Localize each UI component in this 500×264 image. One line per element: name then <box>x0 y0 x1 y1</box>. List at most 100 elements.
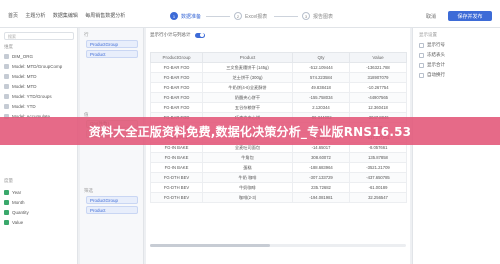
cancel-button[interactable]: 取消 <box>420 11 442 21</box>
table-cell: 2.120344 <box>292 102 350 113</box>
column-header[interactable]: ProductGroup <box>150 52 203 63</box>
measure-icon <box>4 189 9 195</box>
checkbox[interactable] <box>419 72 424 78</box>
column-header[interactable]: Value <box>349 52 407 63</box>
setting-option[interactable]: 显示行号 <box>419 42 445 48</box>
table-cell: FG-BAR FOD <box>150 92 203 103</box>
table-header-row: ProductGroup Product Qty Value <box>150 52 407 63</box>
table-cell: 12.360418 <box>349 102 407 113</box>
checkbox[interactable] <box>419 62 424 68</box>
table-cell: -10.267754 <box>349 82 407 93</box>
filter-field-chip[interactable]: Product <box>86 206 138 214</box>
table-cell: FG-DTH BEV <box>150 192 203 203</box>
table-icon <box>4 93 9 99</box>
table-row[interactable]: FG-BAR FOD 五谷杂粮饼干 2.120344 12.360418 <box>150 102 407 113</box>
dimension-item[interactable]: Model: YTD/Groups <box>4 92 52 100</box>
table-cell: -61.00189 <box>349 182 407 193</box>
scrollbar-thumb[interactable] <box>150 244 270 247</box>
table-cell: -512.109444 <box>292 62 350 73</box>
table-cell: FG-BAR FOD <box>150 62 203 73</box>
measure-item[interactable]: Value <box>4 218 23 226</box>
table-row[interactable]: FG-IN BAKE 牛角包 308.60072 135.87858 <box>150 152 407 163</box>
table-row[interactable]: FG-DTH BEV 牛奶 咖啡 -307.133729 -437.650785 <box>150 172 407 183</box>
measure-item[interactable]: Quantity <box>4 208 29 216</box>
table-icon <box>4 73 9 79</box>
step-label: 报告图表 <box>313 13 334 20</box>
display-settings-panel: 显示设置 显示行号 冻结表头 显示合计 自动换行 <box>412 28 500 264</box>
dimension-item[interactable]: Model: MTD <box>4 82 37 90</box>
subtotal-toggle-row: 显示行小计与列总计 <box>150 32 205 38</box>
table-row[interactable]: FG-BAR FOD 三文鱼麦穗饼干 (145g) -512.109444 -1363… <box>150 62 407 73</box>
table-cell: FG-BAR FOD <box>150 102 203 113</box>
table-cell: 49.838418 <box>292 82 350 93</box>
table-icon <box>4 103 9 109</box>
step-report-charts[interactable]: 3 报告图表 <box>302 8 333 24</box>
horizontal-scrollbar[interactable] <box>150 244 406 247</box>
setting-option[interactable]: 显示合计 <box>419 62 445 68</box>
wizard-stepper: 1 数据准备 2 Excel报表 3 报告图表 <box>170 8 350 24</box>
filter-heading: 筛选 <box>84 188 93 193</box>
measure-item[interactable]: Month <box>4 198 25 206</box>
setting-option[interactable]: 冻结表头 <box>419 52 445 58</box>
table-row[interactable]: FG-BAR FOD 奶酪夹心饼干 -155.758034 -44907565 <box>150 92 407 103</box>
step-number: 3 <box>302 12 310 20</box>
table-row[interactable]: FG-IN BAKE 蛋糕 -188.683964 -3521.21709 <box>150 162 407 173</box>
table-cell: -188.683964 <box>292 162 350 173</box>
step-label: Excel报表 <box>245 13 268 20</box>
save-publish-button[interactable]: 保存并发布 <box>448 11 492 21</box>
table-cell: FG-DTH BEV <box>150 182 203 193</box>
column-header[interactable]: Product <box>202 52 293 63</box>
table-cell: -307.133729 <box>292 172 350 183</box>
table-cell: 牛角包 <box>202 152 293 163</box>
step-data-prep[interactable]: 1 数据准备 <box>170 8 201 24</box>
table-cell: 32.256547 <box>349 192 407 203</box>
subtotal-toggle[interactable] <box>194 32 205 38</box>
table-cell: 牛奶饼(4-6)全麦酥饼 <box>202 82 293 93</box>
dimension-item[interactable]: DIM_ORG <box>4 52 33 60</box>
breadcrumb-item[interactable]: 主题分析 <box>25 13 45 19</box>
table-row[interactable]: FG-BAR FOD 牛奶饼(4-6)全麦酥饼 49.838418 -10.26775… <box>150 82 407 93</box>
table-icon <box>4 83 9 89</box>
checkbox[interactable] <box>419 42 424 48</box>
filter-field-chip[interactable]: ProductGroup <box>86 196 138 204</box>
table-cell: 318907079 <box>349 72 407 83</box>
breadcrumb-item[interactable]: 首页 <box>8 13 18 19</box>
table-cell: -194.081981 <box>292 192 350 203</box>
table-cell: 三文鱼麦穗饼干 (145g) <box>202 62 293 73</box>
dimension-item[interactable]: Model: YTD <box>4 102 36 110</box>
measures-heading: 度量 <box>4 178 13 183</box>
measure-item[interactable]: Year <box>4 188 21 196</box>
table-cell: -437.650785 <box>349 172 407 183</box>
table-cell: FG-IN BAKE <box>150 152 203 163</box>
dimension-item[interactable]: Model: MTD/GroupComp <box>4 62 62 70</box>
step-number: 2 <box>234 12 242 20</box>
table-row[interactable]: FG-DTH BEV 咖啡(2-3) -194.081981 32.256547 <box>150 192 407 203</box>
step-number: 1 <box>170 12 178 20</box>
table-cell: FG-BAR FOD <box>150 72 203 83</box>
table-cell: 奶酪夹心饼干 <box>202 92 293 103</box>
step-excel-report[interactable]: 2 Excel报表 <box>234 8 267 24</box>
breadcrumb-item: 每周销售数据分析 <box>85 13 126 19</box>
field-config-panel: 行 ProductGroup Product 值 Qty(件数) Value(金… <box>80 28 144 264</box>
settings-heading: 显示设置 <box>419 32 437 37</box>
table-cell: 蛋糕 <box>202 162 293 173</box>
table-row[interactable]: FG-DTH BEV 牛奶咖啡 235.72682 -61.00189 <box>150 182 407 193</box>
checkbox[interactable] <box>419 52 424 58</box>
step-connector <box>274 16 298 17</box>
data-source-panel: 搜索 维度 DIM_ORG Model: MTD/GroupComp Model… <box>0 28 78 264</box>
banner-text: 资料大全正版资料免费,数据化决策分析_专业版RNS16.53 <box>88 124 412 139</box>
row-field-chip[interactable]: ProductGroup <box>86 40 138 48</box>
column-header[interactable]: Qty <box>292 52 350 63</box>
measure-icon <box>4 219 9 225</box>
dimension-item[interactable]: Model: MTD <box>4 72 37 80</box>
table-cell: 308.60072 <box>292 152 350 163</box>
table-cell: -136321.788 <box>349 62 407 73</box>
row-field-chip[interactable]: Product <box>86 50 138 58</box>
breadcrumb-item[interactable]: 数据集编辑 <box>53 13 78 19</box>
search-input[interactable]: 搜索 <box>4 32 74 40</box>
step-label: 数据准备 <box>181 13 202 20</box>
breadcrumb: 首页 主题分析 数据集编辑 每周销售数据分析 <box>8 12 131 19</box>
table-cell: FG-DTH BEV <box>150 172 203 183</box>
setting-option[interactable]: 自动换行 <box>419 72 445 78</box>
table-row[interactable]: FG-BAR FOD 芝士饼干 (300g) 574.223584 318907079 <box>150 72 407 83</box>
